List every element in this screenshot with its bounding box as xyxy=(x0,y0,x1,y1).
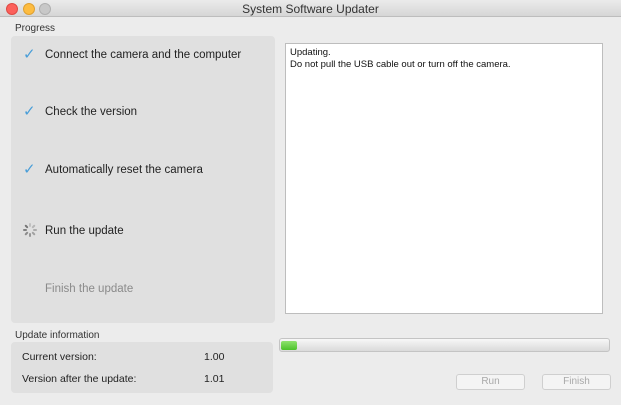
log-output[interactable]: Updating. Do not pull the USB cable out … xyxy=(285,43,603,314)
finish-button[interactable]: Finish xyxy=(542,374,611,390)
spinner-tick xyxy=(23,229,27,231)
log-line: Do not pull the USB cable out or turn of… xyxy=(290,59,511,70)
new-version-value: 1.01 xyxy=(204,373,225,385)
step-connect: ✓ Connect the camera and the computer xyxy=(23,46,241,64)
spinner-tick xyxy=(29,233,31,237)
current-version-value: 1.00 xyxy=(204,351,225,363)
new-version-label: Version after the update: xyxy=(22,373,137,385)
spinner-tick xyxy=(24,231,29,236)
checkmark-icon: ✓ xyxy=(23,161,36,178)
step-run-update: Run the update xyxy=(23,222,124,240)
run-button[interactable]: Run xyxy=(456,374,525,390)
step-label: Check the version xyxy=(45,106,138,118)
log-line: Updating. xyxy=(290,47,331,58)
update-info-panel: Current version: 1.00 Version after the … xyxy=(11,342,273,393)
current-version-label: Current version: xyxy=(22,351,97,363)
spinner-icon xyxy=(23,223,39,239)
progress-bar-fill xyxy=(281,341,297,350)
step-label: Run the update xyxy=(45,225,124,237)
step-label: Automatically reset the camera xyxy=(45,164,203,176)
update-info-heading: Update information xyxy=(15,330,100,341)
step-label: Finish the update xyxy=(45,283,134,295)
step-label: Connect the camera and the computer xyxy=(45,49,242,61)
progress-panel: ✓ Connect the camera and the computer ✓ … xyxy=(11,36,275,323)
checkmark-icon: ✓ xyxy=(23,103,36,120)
title-bar: System Software Updater xyxy=(0,0,621,17)
step-check-version: ✓ Check the version xyxy=(23,103,137,121)
step-reset-camera: ✓ Automatically reset the camera xyxy=(23,161,203,179)
spinner-tick xyxy=(31,224,36,229)
window-title: System Software Updater xyxy=(242,2,379,16)
update-progress-bar xyxy=(279,338,610,352)
spinner-tick xyxy=(33,229,37,231)
spinner-tick xyxy=(24,224,29,229)
step-finish-update: Finish the update xyxy=(23,280,133,298)
spinner-tick xyxy=(31,231,36,236)
progress-heading: Progress xyxy=(15,23,56,34)
checkmark-icon: ✓ xyxy=(23,46,36,63)
